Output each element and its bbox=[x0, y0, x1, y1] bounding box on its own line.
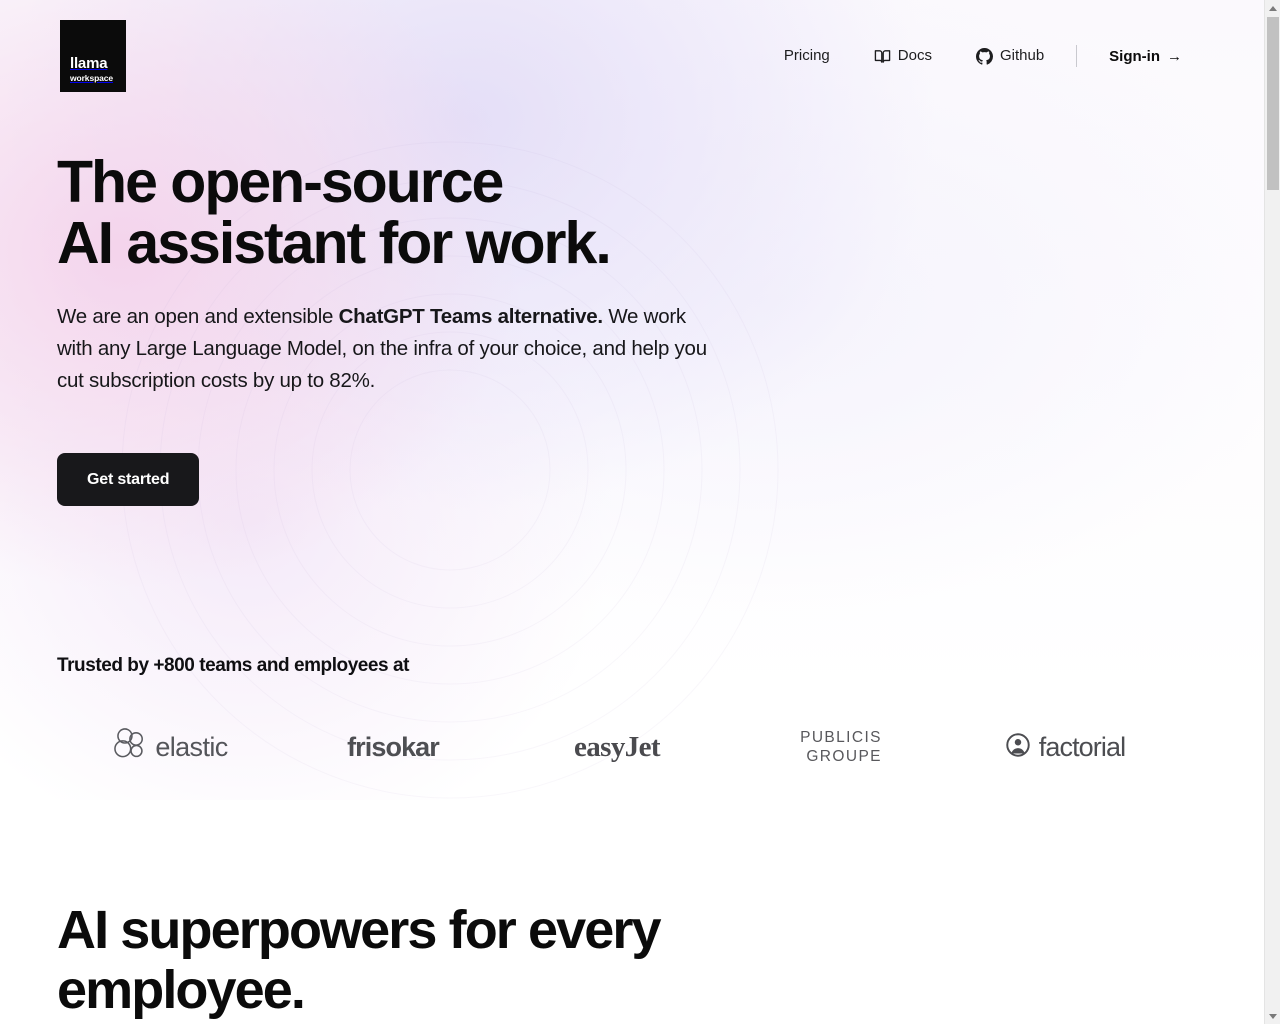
site-header: llama workspace Pricing Docs Github Sign… bbox=[0, 0, 1264, 112]
easyjet-wordmark: easyJet bbox=[574, 730, 661, 763]
factorial-wordmark: factorial bbox=[1038, 731, 1126, 762]
publicis-wordmark-line-2: GROUPE bbox=[806, 748, 882, 765]
trusted-by-title: Trusted by +800 teams and employees at bbox=[57, 655, 409, 676]
customer-logo-row: elastic frisokar easyJet PUBLICIS GROUPE bbox=[57, 717, 1177, 777]
hero-title-line-2: AI assistant for work. bbox=[57, 210, 612, 276]
factorial-mark-icon bbox=[1005, 732, 1031, 763]
nav-divider bbox=[1076, 45, 1078, 67]
get-started-button[interactable]: Get started bbox=[57, 453, 200, 506]
logo-llama-workspace[interactable]: llama workspace bbox=[60, 20, 126, 92]
scrollbar-thumb[interactable] bbox=[1267, 17, 1279, 190]
elastic-mark-icon bbox=[110, 724, 151, 770]
hero-subtitle: We are an open and extensible ChatGPT Te… bbox=[57, 301, 722, 397]
vertical-scrollbar[interactable] bbox=[1264, 0, 1280, 1024]
logo-secondary-text: workspace bbox=[70, 73, 114, 83]
publicis-wordmark-line-1: PUBLICIS bbox=[800, 729, 882, 746]
nav-label-docs: Docs bbox=[897, 47, 932, 64]
nav-item-docs[interactable]: Docs bbox=[852, 42, 954, 70]
features-section-title: AI superpowers for every employee. bbox=[57, 900, 817, 1020]
hero-title-line-1: The open-source bbox=[57, 149, 504, 215]
logo-primary-text: llama bbox=[70, 55, 108, 72]
nav-label-pricing: Pricing bbox=[783, 47, 830, 64]
nav-item-pricing[interactable]: Pricing bbox=[762, 42, 852, 70]
page-viewport: llama workspace Pricing Docs Github Sign… bbox=[0, 0, 1264, 1024]
page-title: The open-source AI assistant for work. bbox=[57, 152, 817, 274]
nav-item-github[interactable]: Github bbox=[954, 42, 1066, 70]
hero-section: The open-source AI assistant for work. W… bbox=[57, 152, 817, 506]
book-icon bbox=[874, 48, 891, 65]
hero-subtitle-part1: We are an open and extensible bbox=[57, 305, 339, 328]
scroll-up-arrow-icon[interactable] bbox=[1265, 0, 1280, 16]
customer-logo-easyjet: easyJet bbox=[505, 717, 729, 777]
signin-label: Sign-in bbox=[1109, 47, 1160, 65]
customer-logo-factorial: factorial bbox=[953, 717, 1177, 777]
signin-link[interactable]: Sign-in → bbox=[1087, 48, 1194, 65]
frisokar-wordmark: frisokar bbox=[347, 731, 440, 762]
github-icon bbox=[975, 47, 993, 65]
elastic-wordmark: elastic bbox=[155, 731, 228, 762]
features-title-line-2: employee. bbox=[57, 960, 306, 1020]
customer-logo-elastic: elastic bbox=[57, 717, 281, 777]
nav-label-github: Github bbox=[999, 47, 1045, 64]
scroll-down-arrow-icon[interactable] bbox=[1265, 1008, 1280, 1024]
arrow-right-icon: → bbox=[1167, 47, 1182, 65]
customer-logo-publicis-groupe: PUBLICIS GROUPE bbox=[729, 717, 953, 777]
customer-logo-frisokar: frisokar bbox=[281, 717, 505, 777]
main-navigation: Pricing Docs Github Sign-in → bbox=[762, 42, 1194, 70]
trusted-by-section: Trusted by +800 teams and employees at e… bbox=[57, 655, 1207, 777]
features-title-line-1: AI superpowers for every bbox=[57, 900, 662, 960]
hero-subtitle-emphasis: ChatGPT Teams alternative. bbox=[338, 305, 604, 328]
features-section: AI superpowers for every employee. bbox=[57, 900, 817, 1020]
